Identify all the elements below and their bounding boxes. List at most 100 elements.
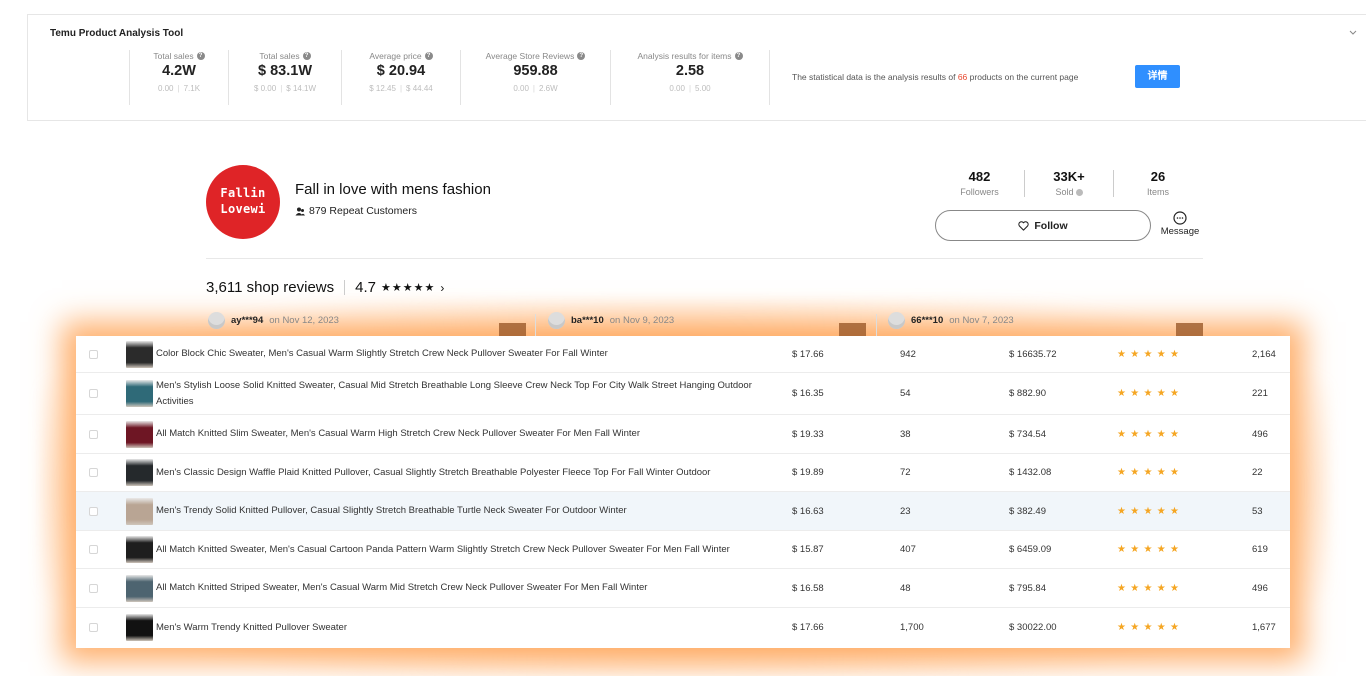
review-count: 1,677 (1252, 622, 1276, 633)
table-row[interactable]: Men's Stylish Loose Solid Knitted Sweate… (76, 373, 1290, 415)
followers-stat: 482 Followers (935, 169, 1024, 198)
follow-button[interactable]: Follow (935, 210, 1151, 241)
divider (535, 314, 536, 336)
product-price: $ 15.87 (792, 544, 824, 555)
help-icon[interactable]: ? (734, 52, 743, 60)
rating-stars-icon: ★★★★★ (1117, 388, 1184, 399)
product-name[interactable]: All Match Knitted Slim Sweater, Men's Ca… (156, 426, 776, 442)
product-gmv: $ 6459.09 (1009, 544, 1052, 555)
stat-value: $ 83.1W (258, 63, 312, 79)
review-item[interactable]: ba***10 on Nov 9, 2023 (548, 312, 674, 329)
repeat-customers-text: 879 Repeat Customers (309, 205, 417, 217)
help-icon[interactable] (1075, 188, 1083, 196)
product-name[interactable]: Men's Classic Design Waffle Plaid Knitte… (156, 465, 776, 481)
stat-min: 0.00 (157, 84, 174, 93)
users-icon (295, 207, 305, 215)
review-count: 22 (1252, 467, 1263, 478)
stat-label: Average price (369, 51, 422, 61)
product-gmv: $ 882.90 (1009, 388, 1046, 399)
help-icon[interactable]: ? (577, 52, 586, 60)
row-checkbox[interactable] (89, 429, 98, 439)
product-count: 66 (957, 72, 968, 82)
row-checkbox[interactable] (89, 545, 98, 554)
message-button[interactable]: Message (1158, 211, 1202, 237)
product-name[interactable]: Men's Stylish Loose Solid Knitted Sweate… (156, 378, 776, 409)
stat-value: 959.88 (513, 63, 558, 79)
stat-min: 0.00 (513, 84, 529, 93)
row-checkbox[interactable] (89, 623, 98, 632)
stat-max: $ 14.1W (286, 84, 317, 93)
review-item[interactable]: ay***94 on Nov 12, 2023 (208, 312, 339, 329)
product-gmv: $ 16635.72 (1009, 348, 1057, 360)
product-thumbnail[interactable] (126, 614, 153, 641)
store-stats: 482 Followers 33K+ Sold 26 Items (935, 170, 1202, 197)
review-item[interactable]: 66***10 on Nov 7, 2023 (888, 312, 1014, 329)
row-checkbox[interactable] (89, 468, 98, 477)
review-count: 53 (1252, 505, 1263, 517)
product-name[interactable]: All Match Knitted Sweater, Men's Casual … (156, 542, 776, 558)
summary-prefix: The statistical data is the analysis res… (792, 72, 958, 82)
rating-stars-icon: ★★★★★ (1117, 544, 1184, 555)
product-thumbnail[interactable] (126, 340, 153, 368)
help-icon[interactable]: ? (302, 52, 311, 60)
stat-max: 5.00 (695, 84, 711, 93)
table-row[interactable]: Men's Classic Design Waffle Plaid Knitte… (76, 454, 1290, 492)
rating-stars-icon: ★★★★★ (381, 282, 436, 294)
stat-min: $ 0.00 (253, 84, 277, 93)
stat-value: 26 (1150, 169, 1166, 184)
review-photo[interactable] (1176, 323, 1203, 337)
product-gmv: $ 734.54 (1009, 428, 1046, 440)
product-sales: 38 (900, 428, 911, 440)
table-row[interactable]: All Match Knitted Striped Sweater, Men's… (76, 569, 1290, 608)
product-name[interactable]: All Match Knitted Striped Sweater, Men's… (156, 580, 776, 596)
store-logo[interactable]: Fallin Lovewi (206, 165, 280, 239)
product-thumbnail[interactable] (126, 459, 153, 486)
product-gmv: $ 382.49 (1009, 505, 1046, 517)
review-date: on Nov 9, 2023 (609, 315, 675, 326)
product-price: $ 16.35 (792, 388, 824, 399)
review-user: 66***10 (911, 315, 944, 326)
stat-average-store-reviews: Average Store Reviews? 959.88 0.00 | 2.6W (460, 50, 610, 105)
product-name[interactable]: Color Block Chic Sweater, Men's Casual W… (156, 346, 776, 362)
stat-min: 0.00 (669, 84, 685, 93)
product-gmv: $ 795.84 (1009, 582, 1046, 594)
product-sales: 407 (900, 544, 916, 555)
stat-label: Followers (960, 187, 999, 197)
chevron-right-icon[interactable]: › (440, 281, 444, 295)
row-checkbox[interactable] (89, 389, 98, 398)
table-row[interactable]: All Match Knitted Sweater, Men's Casual … (76, 531, 1290, 569)
review-photo[interactable] (499, 323, 526, 337)
product-thumbnail[interactable] (126, 574, 153, 602)
stat-value: 4.2W (162, 63, 196, 79)
row-checkbox[interactable] (89, 349, 98, 359)
table-row[interactable]: Men's Trendy Solid Knitted Pullover, Cas… (76, 492, 1290, 531)
help-icon[interactable]: ? (196, 52, 205, 60)
reviews-header[interactable]: 3,611 shop reviews 4.7 ★★★★★ › (206, 279, 444, 296)
row-checkbox[interactable] (89, 583, 98, 593)
product-thumbnail[interactable] (126, 497, 153, 525)
row-checkbox[interactable] (89, 506, 98, 516)
product-thumbnail[interactable] (126, 536, 153, 563)
chevron-down-icon[interactable] (1348, 27, 1358, 37)
divider (206, 258, 1203, 259)
stat-value: 482 (968, 169, 991, 184)
product-name[interactable]: Men's Trendy Solid Knitted Pullover, Cas… (156, 503, 776, 519)
chat-bubble-icon (1173, 211, 1187, 225)
stats-row: Total sales? 4.2W 0.00 | 7.1K Total sales?… (129, 50, 770, 105)
details-button[interactable]: 详情 (1135, 65, 1180, 88)
table-row[interactable]: All Match Knitted Slim Sweater, Men's Ca… (76, 415, 1290, 454)
product-thumbnail[interactable] (126, 420, 153, 448)
product-name[interactable]: Men's Warm Trendy Knitted Pullover Sweat… (156, 620, 776, 636)
message-label: Message (1160, 226, 1200, 237)
product-thumbnail[interactable] (126, 380, 153, 407)
review-photo[interactable] (839, 323, 866, 337)
help-icon[interactable]: ? (424, 52, 433, 60)
table-row[interactable]: Color Block Chic Sweater, Men's Casual W… (76, 336, 1290, 373)
review-count: 221 (1252, 388, 1268, 399)
rating-stars-icon: ★★★★★ (1117, 582, 1184, 594)
heart-icon (1018, 220, 1029, 231)
stat-max: $ 44.44 (406, 84, 433, 93)
table-row[interactable]: Men's Warm Trendy Knitted Pullover Sweat… (76, 608, 1290, 647)
logo-line-1: Fallin (220, 186, 266, 200)
review-count: 619 (1252, 544, 1268, 555)
